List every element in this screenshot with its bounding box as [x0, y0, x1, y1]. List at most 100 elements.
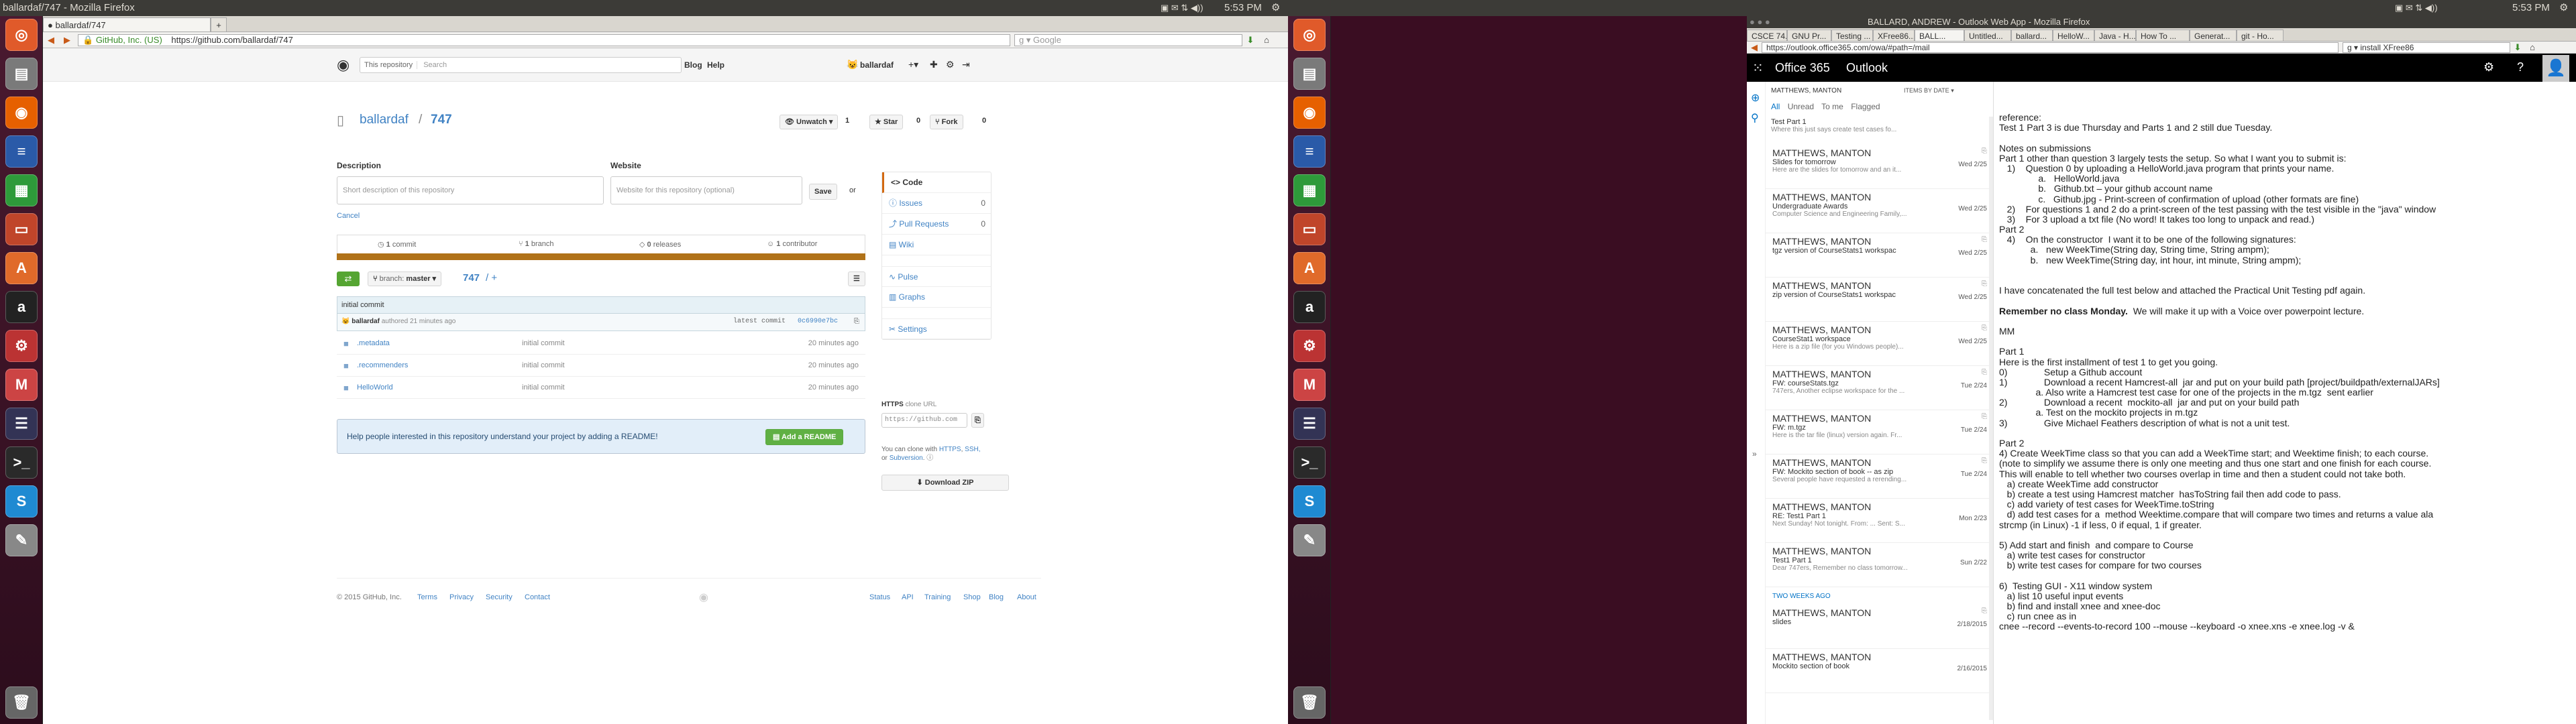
notifications-icon[interactable]: ✚: [930, 59, 938, 70]
add-readme-button[interactable]: ▤ Add a README: [765, 429, 844, 445]
footer-training[interactable]: Training: [924, 593, 951, 601]
browser-tab[interactable]: Generat...: [2190, 29, 2237, 41]
footer-blog[interactable]: Blog: [989, 593, 1004, 601]
nav-settings[interactable]: ✂ Settings: [882, 318, 991, 339]
filter-unread[interactable]: Unread: [1788, 102, 1814, 111]
editor-icon[interactable]: ✎: [5, 524, 38, 556]
browser-tab[interactable]: Untitled...: [1964, 29, 2011, 41]
trash-icon[interactable]: 🗑: [1293, 686, 1326, 719]
file-commit-message[interactable]: initial commit: [522, 377, 565, 399]
eclipse-icon[interactable]: ☰: [5, 408, 38, 440]
watch-count[interactable]: 1: [845, 117, 849, 125]
url-bar[interactable]: 🔒 GitHub, Inc. (US) https://github.com/b…: [78, 34, 1010, 46]
browser-tab[interactable]: Java - H...: [2094, 29, 2136, 41]
message-item[interactable]: MATTHEWS, MANTON Test1 Part 1 Dear 747ers,…: [1766, 543, 1993, 587]
amazon-icon[interactable]: a: [5, 291, 38, 323]
commit-message[interactable]: initial commit: [337, 296, 865, 314]
message-item[interactable]: MATTHEWS, MANTON Mockito section of book 2…: [1766, 649, 1993, 693]
sign-out-icon[interactable]: ⇥: [962, 59, 970, 70]
settings-icon[interactable]: ⚙: [5, 330, 38, 362]
sort-dropdown[interactable]: ITEMS BY DATE ▾: [1904, 87, 1954, 95]
save-button[interactable]: Save: [809, 184, 837, 200]
footer-status[interactable]: Status: [869, 593, 890, 601]
footer-security[interactable]: Security: [486, 593, 513, 601]
footer-shop[interactable]: Shop: [963, 593, 981, 601]
message-item[interactable]: MATTHEWS, MANTON Slides for tomorrow Here …: [1766, 145, 1993, 189]
cancel-link[interactable]: Cancel: [337, 212, 360, 220]
help-icon[interactable]: ⓘ: [926, 455, 933, 462]
expand-folders-icon[interactable]: »: [1752, 449, 1757, 459]
commits-stat[interactable]: ◷ 1 commit: [378, 240, 416, 249]
tray-icons[interactable]: ▣ ✉ ⇅ ◀)): [1161, 0, 1203, 16]
tray-icons-right[interactable]: ▣ ✉ ⇅ ◀)): [2395, 0, 2438, 16]
filter-to-me[interactable]: To me: [1821, 102, 1843, 111]
download-zip-button[interactable]: ⬇ Download ZIP: [881, 475, 1009, 491]
download-icon[interactable]: ⬇: [1242, 35, 1258, 46]
message-item[interactable]: MATTHEWS, MANTON zip version of CourseSta…: [1766, 278, 1993, 322]
list-scrollbar[interactable]: [1989, 117, 1993, 720]
subversion-link[interactable]: Subversion: [890, 455, 923, 462]
list-view-button[interactable]: ☰: [848, 272, 865, 286]
browser-tab[interactable]: BALL...: [1915, 29, 1964, 41]
file-commit-message[interactable]: initial commit: [522, 355, 565, 377]
gear-icon[interactable]: ⚙: [946, 59, 955, 70]
power-icon[interactable]: ⚙: [2559, 0, 2568, 16]
footer-contact[interactable]: Contact: [525, 593, 550, 601]
search-bar-right[interactable]: g ▾ install XFree86: [2343, 42, 2510, 53]
nav-code[interactable]: <> Code: [882, 172, 991, 193]
writer-icon[interactable]: ≡: [1293, 135, 1326, 168]
message-item[interactable]: MATTHEWS, MANTON tgz version of CourseSta…: [1766, 233, 1993, 278]
footer-about[interactable]: About: [1017, 593, 1036, 601]
files-icon[interactable]: ▤: [1293, 58, 1326, 90]
clock-right[interactable]: 5:53 PM: [2512, 0, 2550, 16]
browser-tab[interactable]: HelloW...: [2053, 29, 2094, 41]
settings-icon[interactable]: ⚙: [1293, 330, 1326, 362]
octocat-footer-icon[interactable]: ◉: [699, 591, 708, 604]
terminal-icon[interactable]: >_: [1293, 446, 1326, 479]
profile-avatar[interactable]: 👤: [2542, 55, 2569, 82]
search-input[interactable]: This repository Search: [360, 57, 682, 73]
trash-icon[interactable]: 🗑: [5, 686, 38, 719]
window-controls-icon[interactable]: ● ● ●: [1750, 16, 1770, 28]
browser-tab[interactable]: XFree86...: [1873, 29, 1915, 41]
impress-icon[interactable]: ▭: [5, 213, 38, 245]
settings-gear-icon[interactable]: ⚙: [2483, 60, 2494, 74]
footer-privacy[interactable]: Privacy: [449, 593, 474, 601]
message-item[interactable]: MATTHEWS, MANTON FW: m.tgz Here is the tar…: [1766, 410, 1993, 455]
https-link[interactable]: HTTPS: [939, 446, 961, 453]
clone-url-input[interactable]: https://github.com: [881, 413, 967, 428]
copy-clone-url-button[interactable]: ⎘: [971, 413, 984, 428]
footer-api[interactable]: API: [902, 593, 914, 601]
file-row[interactable]: ■ .metadata initial commit 20 minutes ag…: [337, 333, 865, 355]
create-new-icon[interactable]: +▾: [908, 59, 918, 70]
url-bar-right[interactable]: https://outlook.office365.com/owa/#path=…: [1762, 42, 2339, 53]
message-item[interactable]: MATTHEWS, MANTON RE: Test1 Part 1 Next Sun…: [1766, 499, 1993, 543]
avatar[interactable]: 😺: [847, 59, 858, 70]
message-item[interactable]: MATTHEWS, MANTON FW: Mockito section of b…: [1766, 455, 1993, 499]
new-mail-icon[interactable]: ⊕: [1751, 91, 1760, 105]
help-icon[interactable]: ?: [2517, 60, 2524, 74]
description-input[interactable]: Short description of this repository: [337, 176, 604, 204]
compare-button[interactable]: ⇄: [337, 272, 360, 286]
app-launcher-icon[interactable]: ⁙: [1752, 60, 1764, 76]
browser-tab[interactable]: GNU Pr...: [1787, 29, 1831, 41]
octocat-logo-icon[interactable]: ◉: [337, 56, 350, 74]
new-tab-button[interactable]: +: [211, 17, 227, 32]
home-icon[interactable]: ⌂: [2525, 42, 2540, 52]
browser-tab[interactable]: ballard...: [2011, 29, 2053, 41]
website-input[interactable]: Website for this repository (optional): [610, 176, 802, 204]
impress-icon[interactable]: ▭: [1293, 213, 1326, 245]
calc-icon[interactable]: ▦: [5, 174, 38, 206]
file-name[interactable]: HelloWorld: [357, 377, 393, 399]
nav-pulse[interactable]: ∿ Pulse: [882, 266, 991, 287]
star-button[interactable]: ★ Star: [869, 115, 904, 129]
terminal-icon[interactable]: >_: [5, 446, 38, 479]
back-icon[interactable]: ◀: [1747, 42, 1762, 53]
unwatch-button[interactable]: 👁 Unwatch ▾: [780, 115, 839, 129]
browser-tab[interactable]: git - Ho...: [2237, 29, 2284, 41]
office-brand[interactable]: Office 365: [1775, 61, 1830, 75]
writer-icon[interactable]: ≡: [5, 135, 38, 168]
browser-tab[interactable]: ● ballardaf/747: [43, 17, 211, 32]
nav-pull-requests[interactable]: ⤴ Pull Requests 0: [882, 214, 991, 235]
commit-author[interactable]: ballardaf: [352, 318, 380, 325]
